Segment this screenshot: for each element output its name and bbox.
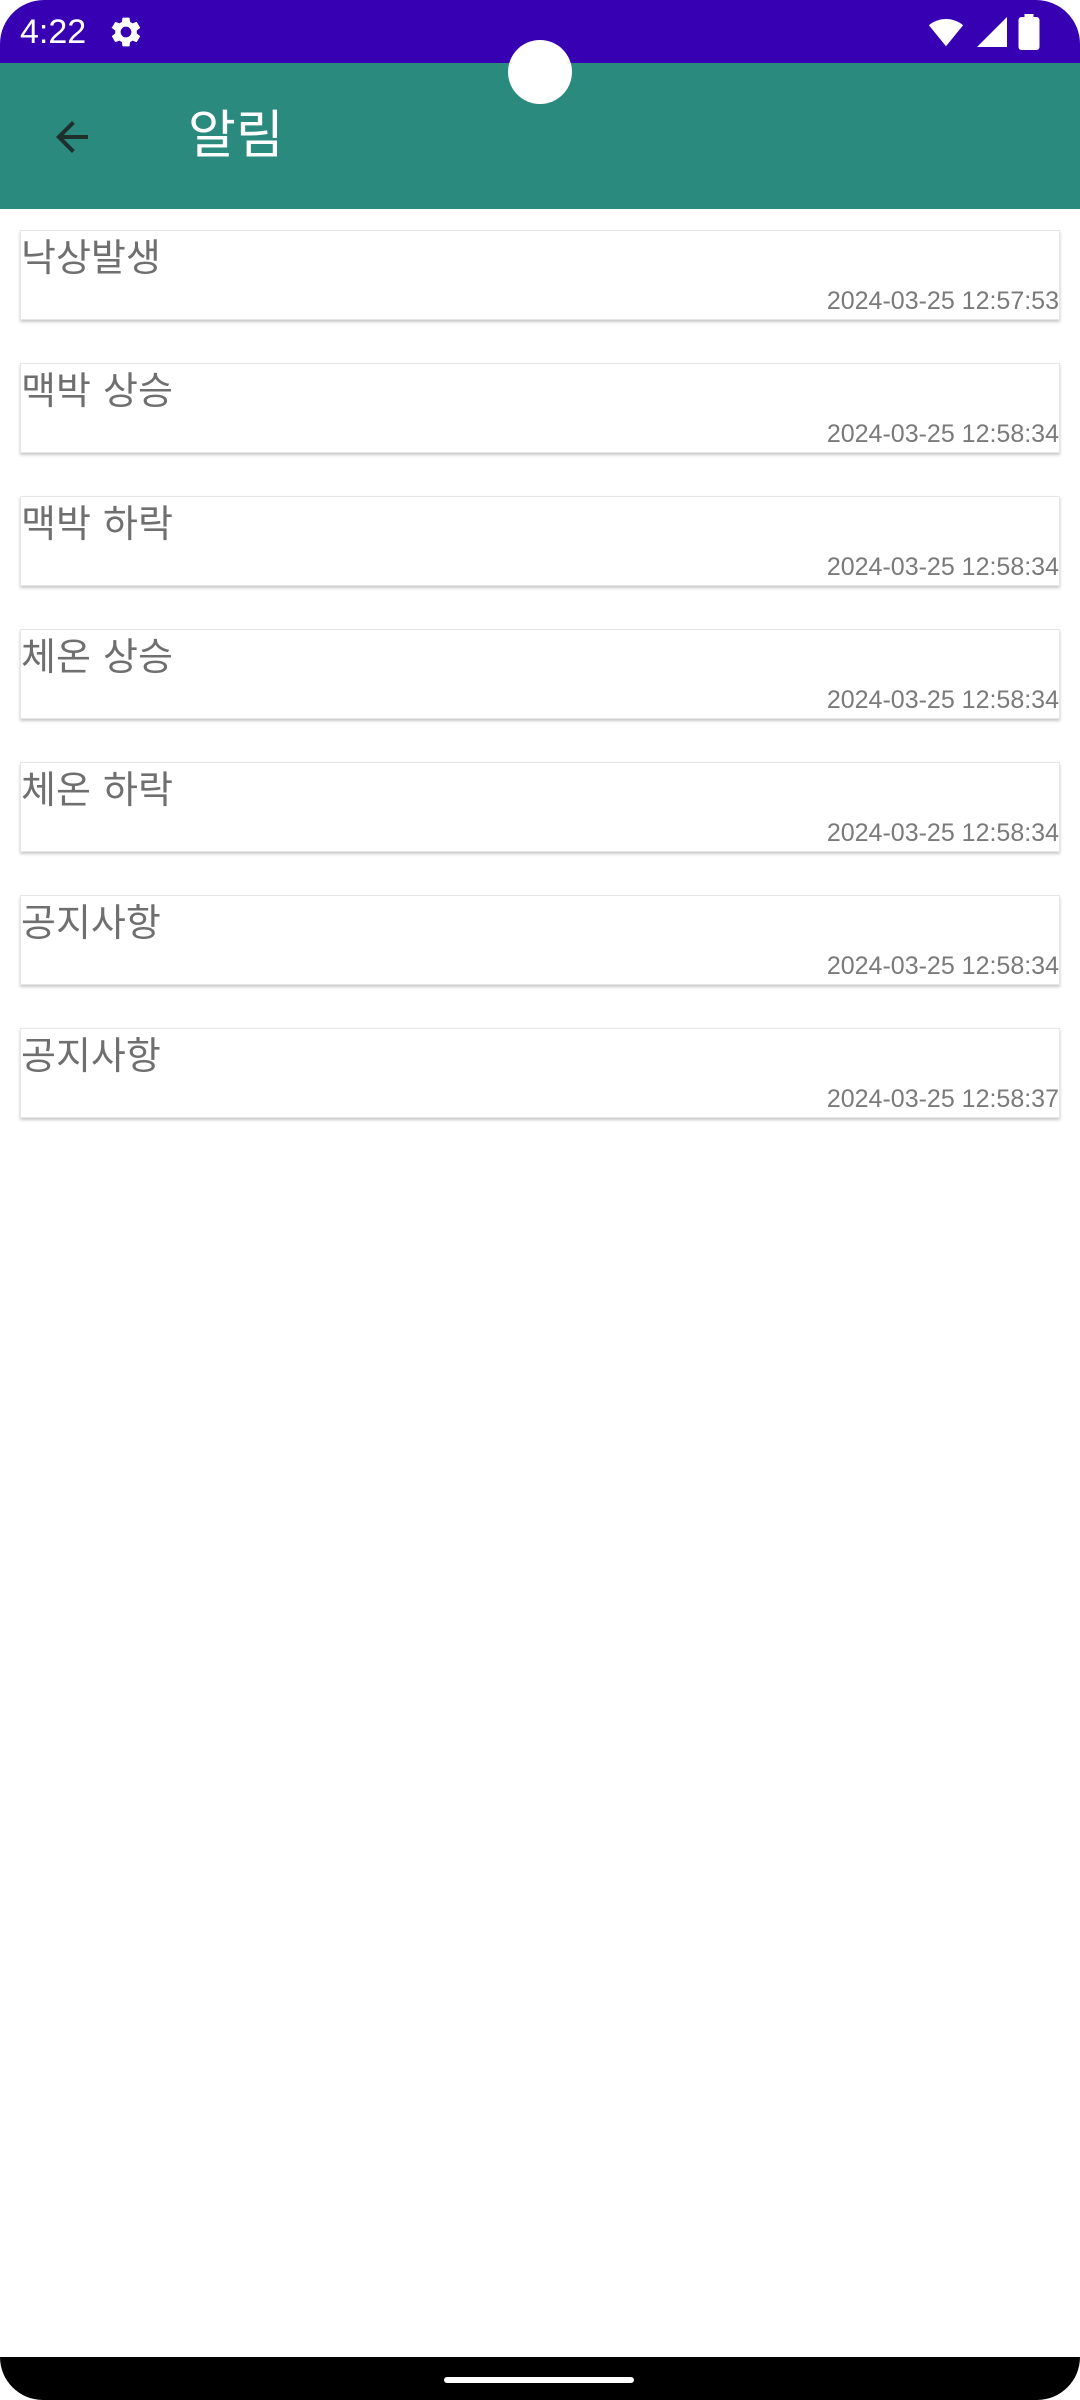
notification-title: 체온 상승: [21, 635, 173, 679]
notification-item[interactable]: 맥박 상승 2024-03-25 12:58:34: [20, 363, 1060, 453]
notification-title: 맥박 상승: [21, 369, 173, 413]
notification-time: 2024-03-25 12:58:34: [826, 952, 1059, 980]
notification-title: 공지사항: [21, 901, 161, 945]
notification-item[interactable]: 체온 상승 2024-03-25 12:58:34: [20, 629, 1060, 719]
camera-cutout: [508, 40, 572, 104]
status-icons: [926, 14, 1040, 50]
notification-title: 공지사항: [21, 1034, 161, 1078]
signal-icon: [977, 17, 1007, 47]
page-title: 알림: [188, 106, 284, 166]
notification-time: 2024-03-25 12:58:37: [826, 1085, 1059, 1113]
notification-time: 2024-03-25 12:57:53: [826, 287, 1059, 315]
notification-item[interactable]: 공지사항 2024-03-25 12:58:34: [20, 895, 1060, 985]
notification-time: 2024-03-25 12:58:34: [826, 553, 1059, 581]
notification-time: 2024-03-25 12:58:34: [826, 420, 1059, 448]
gear-icon: [111, 17, 141, 47]
notification-item[interactable]: 공지사항 2024-03-25 12:58:37: [20, 1028, 1060, 1118]
back-button[interactable]: [36, 101, 108, 173]
notification-title: 맥박 하락: [21, 502, 173, 546]
notification-list: 낙상발생 2024-03-25 12:57:53 맥박 상승 2024-03-2…: [20, 230, 1060, 1161]
battery-icon: [1018, 14, 1040, 50]
notification-item[interactable]: 낙상발생 2024-03-25 12:57:53: [20, 230, 1060, 320]
arrow-back-icon: [56, 121, 88, 153]
wifi-icon: [928, 18, 964, 47]
navigation-bar: [0, 2357, 1080, 2400]
status-time: 4:22: [20, 13, 87, 51]
notification-time: 2024-03-25 12:58:34: [826, 819, 1059, 847]
notification-title: 체온 하락: [21, 768, 173, 812]
home-handle[interactable]: [444, 2377, 634, 2383]
notification-title: 낙상발생: [21, 236, 161, 280]
notification-time: 2024-03-25 12:58:34: [826, 686, 1059, 714]
notification-item[interactable]: 맥박 하락 2024-03-25 12:58:34: [20, 496, 1060, 586]
notification-item[interactable]: 체온 하락 2024-03-25 12:58:34: [20, 762, 1060, 852]
